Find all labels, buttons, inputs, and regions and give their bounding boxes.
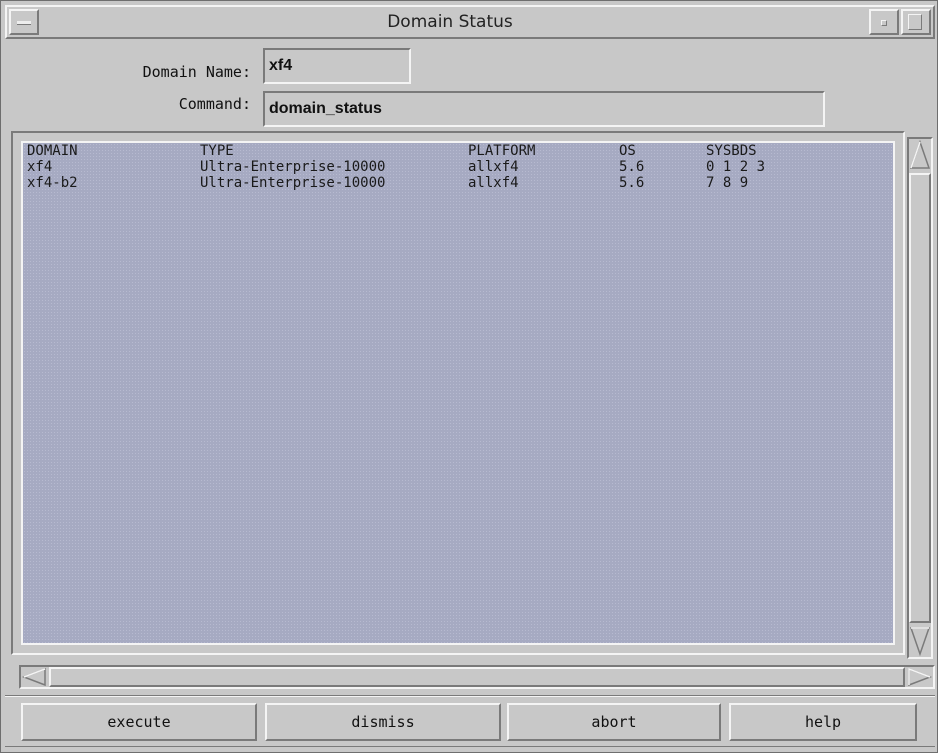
window-title: Domain Status: [387, 12, 513, 32]
maximize-button[interactable]: [901, 9, 931, 35]
header-sysbds: SYSBDS: [706, 143, 757, 159]
row-sysbds: 7 8 9: [706, 175, 749, 191]
output-row: xf4-b2 Ultra-Enterprise-10000 allxf4 5.6…: [23, 175, 893, 191]
domain-status-window: Domain Status Domain Name: Command: DOMA…: [0, 0, 938, 753]
window-menu-icon: [17, 21, 31, 25]
separator: [5, 695, 935, 697]
dismiss-button[interactable]: dismiss: [265, 703, 501, 741]
row-type: Ultra-Enterprise-10000: [200, 159, 386, 175]
command-input[interactable]: [263, 91, 825, 127]
output-row: xf4 Ultra-Enterprise-10000 allxf4 5.6 0 …: [23, 159, 893, 175]
vertical-scroll-thumb[interactable]: [909, 173, 931, 623]
output-text-area[interactable]: DOMAIN TYPE PLATFORM OS SYSBDS xf4 Ultra…: [21, 141, 895, 645]
output-frame: DOMAIN TYPE PLATFORM OS SYSBDS xf4 Ultra…: [11, 131, 905, 655]
header-os: OS: [619, 143, 636, 159]
output-header-row: DOMAIN TYPE PLATFORM OS SYSBDS: [23, 143, 893, 159]
scroll-up-button[interactable]: [909, 139, 931, 171]
abort-button[interactable]: abort: [507, 703, 721, 741]
header-platform: PLATFORM: [468, 143, 536, 159]
domain-name-input[interactable]: [263, 48, 411, 84]
domain-name-label: Domain Name:: [142, 63, 251, 81]
row-domain: xf4: [27, 159, 53, 175]
horizontal-scrollbar[interactable]: [19, 665, 935, 689]
horizontal-scroll-thumb[interactable]: [49, 667, 905, 687]
command-label: Command:: [178, 95, 251, 113]
row-platform: allxf4: [468, 159, 519, 175]
window-bottom-edge: [5, 746, 935, 749]
row-platform: allxf4: [468, 175, 519, 191]
row-sysbds: 0 1 2 3: [706, 159, 766, 175]
row-type: Ultra-Enterprise-10000: [200, 175, 386, 191]
minimize-icon: [881, 20, 887, 26]
header-type: TYPE: [200, 143, 234, 159]
row-os: 5.6: [619, 159, 645, 175]
window-menu-button[interactable]: [9, 9, 39, 35]
scroll-down-button[interactable]: [909, 625, 931, 657]
maximize-icon: [908, 14, 922, 30]
scroll-right-button[interactable]: [907, 667, 933, 687]
help-button[interactable]: help: [729, 703, 917, 741]
title-bar[interactable]: Domain Status: [5, 5, 935, 39]
minimize-button[interactable]: [869, 9, 899, 35]
execute-button[interactable]: execute: [21, 703, 257, 741]
vertical-scrollbar[interactable]: [907, 137, 933, 659]
header-domain: DOMAIN: [27, 143, 78, 159]
scroll-left-button[interactable]: [21, 667, 47, 687]
row-domain: xf4-b2: [27, 175, 78, 191]
row-os: 5.6: [619, 175, 645, 191]
